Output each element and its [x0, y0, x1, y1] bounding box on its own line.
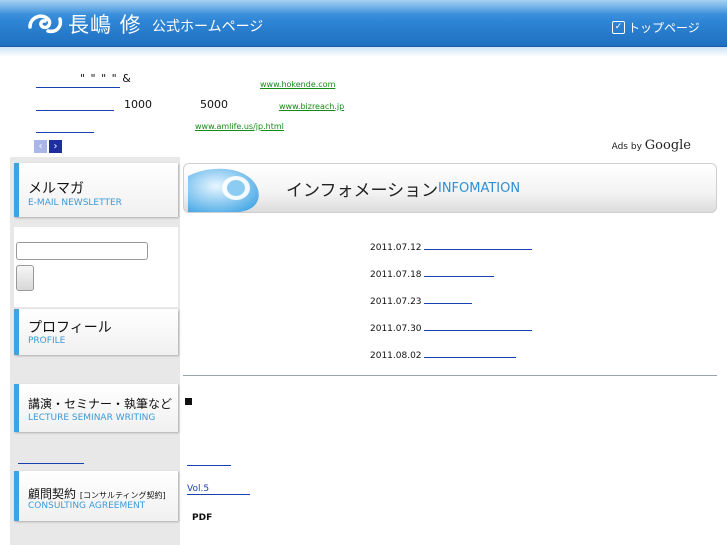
- news-date: 2011.07.18: [370, 270, 422, 280]
- ad-url-2[interactable]: www.bizreach.jp: [279, 102, 344, 111]
- sidebar-consult-title: 顧問契約 [コンサルティング契約]: [28, 485, 166, 502]
- news-link[interactable]: [423, 322, 532, 331]
- checkbox-icon: ✓: [612, 21, 625, 34]
- news-item[interactable]: 2011.07.23: [370, 295, 472, 309]
- news-item[interactable]: 2011.07.30: [370, 322, 532, 336]
- sidebar-newsletter-title: メルマガ: [28, 181, 84, 197]
- content-divider: [183, 375, 717, 376]
- logo-swirl-icon[interactable]: [26, 9, 64, 37]
- news-item[interactable]: 2011.07.12: [370, 241, 532, 255]
- site-header: 長嶋 修 公式ホームページ ✓ トップページ: [0, 0, 727, 47]
- site-name[interactable]: 長嶋 修: [68, 9, 142, 39]
- sidebar-profile-title: プロフィール: [28, 320, 112, 336]
- google-logo: Google: [644, 138, 691, 153]
- sidebar-item-consulting[interactable]: 顧問契約 [コンサルティング契約] CONSULTING AGREEMENT: [14, 471, 178, 521]
- ad-link-2[interactable]: [36, 101, 114, 111]
- prev-arrow-icon[interactable]: ‹: [34, 140, 47, 153]
- ad-link-3[interactable]: [36, 123, 94, 133]
- sidebar-consult-small: [コンサルティング契約]: [79, 491, 166, 500]
- news-date: 2011.07.30: [370, 324, 422, 334]
- site-subtitle: 公式ホームページ: [152, 19, 264, 35]
- news-item[interactable]: 2011.08.02: [370, 349, 516, 363]
- main-text-link[interactable]: [187, 465, 231, 466]
- sidebar-lecture-title: 講演・セミナー・執筆など: [28, 397, 173, 411]
- info-title: インフォメーション: [286, 181, 439, 201]
- sidebar-item-profile[interactable]: プロフィール PROFILE: [14, 309, 178, 355]
- news-date: 2011.07.23: [370, 297, 422, 307]
- ad-row2-num2: 5000: [200, 98, 228, 111]
- news-link[interactable]: [423, 349, 516, 358]
- ad-row2-num1: 1000: [124, 98, 152, 111]
- news-date: 2011.08.02: [370, 351, 422, 361]
- sidebar-lecture-en: LECTURE SEMINAR WRITING: [28, 413, 156, 423]
- ads-by-google[interactable]: Ads by Google: [612, 138, 691, 153]
- news-link[interactable]: [423, 295, 472, 304]
- sidebar-consult-en: CONSULTING AGREEMENT: [28, 501, 146, 511]
- ad-url-3[interactable]: www.amlife.us/jp.html: [195, 122, 284, 131]
- information-header: インフォメーション INFOMATION: [183, 163, 717, 213]
- header-underband: [0, 47, 727, 57]
- newsletter-submit-button[interactable]: [16, 265, 34, 291]
- top-page-label: トップページ: [628, 21, 700, 35]
- pdf-label: PDF: [192, 513, 213, 523]
- ads-by-label: Ads by: [611, 142, 642, 152]
- vol-link[interactable]: Vol.5: [187, 484, 250, 495]
- ad-url-1[interactable]: www.hokende.com: [260, 80, 335, 89]
- square-bullet-icon: [185, 398, 192, 405]
- newsletter-form: [14, 227, 178, 307]
- top-page-link[interactable]: ✓ トップページ: [612, 19, 700, 36]
- ad-row1-text: " " " " &: [80, 72, 132, 85]
- sidebar: メルマガ E-MAIL NEWSLETTER プロフィール PROFILE 講演…: [10, 157, 180, 545]
- news-item[interactable]: 2011.07.18: [370, 268, 494, 282]
- news-link[interactable]: [423, 268, 494, 277]
- sidebar-newsletter-en: E-MAIL NEWSLETTER: [28, 198, 122, 208]
- info-title-en: INFOMATION: [438, 181, 521, 196]
- google-ads-block: " " " " & www.hokende.com 1000 5000 www.…: [30, 72, 695, 156]
- next-arrow-icon[interactable]: ›: [49, 140, 62, 153]
- sidebar-profile-en: PROFILE: [28, 336, 66, 346]
- water-drop-icon: [188, 168, 259, 212]
- sidebar-item-newsletter[interactable]: メルマガ E-MAIL NEWSLETTER: [14, 163, 178, 217]
- sidebar-item-lecture[interactable]: 講演・セミナー・執筆など LECTURE SEMINAR WRITING: [14, 384, 178, 432]
- news-link[interactable]: [423, 241, 532, 250]
- news-date: 2011.07.12: [370, 243, 422, 253]
- sidebar-text-link[interactable]: [18, 463, 84, 464]
- sidebar-consult-main: 顧問契約: [28, 487, 77, 501]
- ad-pager: ‹ ›: [34, 140, 62, 153]
- newsletter-email-input[interactable]: [16, 242, 148, 260]
